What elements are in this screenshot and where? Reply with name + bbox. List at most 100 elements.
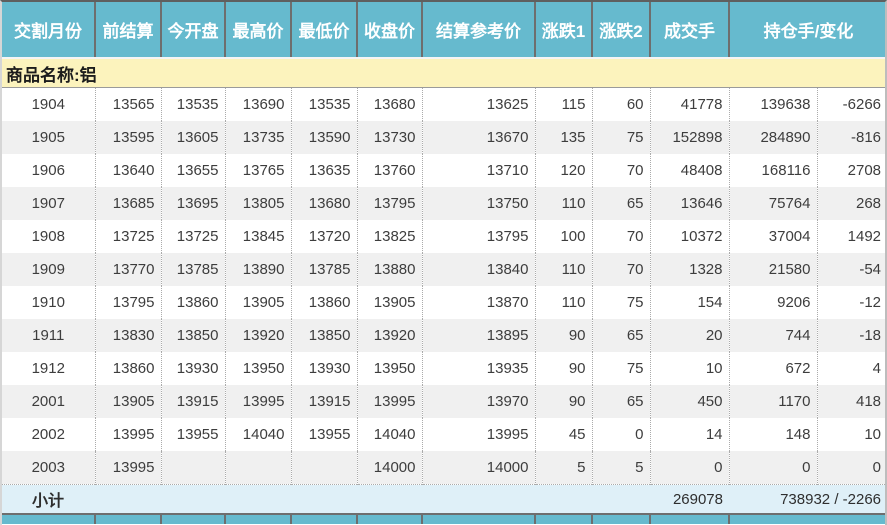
cell-change2: 65: [592, 385, 650, 418]
cell-change1: 45: [535, 418, 592, 451]
cell-low: 13720: [291, 220, 357, 253]
data-rows: 1904 13565 13535 13690 13535 13680 13625…: [2, 88, 887, 485]
cell-prev-settle: 13995: [95, 418, 161, 451]
cell-volume: 0: [650, 451, 729, 485]
cell-oi-change: -6266: [817, 88, 887, 122]
cell-change2: 5: [592, 451, 650, 485]
cell-close: 13995: [357, 385, 422, 418]
next-section-header-cutoff: [2, 514, 887, 524]
cell-change1: 115: [535, 88, 592, 122]
cell-open-interest: 672: [729, 352, 817, 385]
cell-open: 13785: [161, 253, 225, 286]
cell-settle-ref: 13935: [422, 352, 535, 385]
cell-close: 13680: [357, 88, 422, 122]
cell-low: 13930: [291, 352, 357, 385]
commodity-row: 商品名称:铝: [2, 58, 887, 88]
table-row: 1905 13595 13605 13735 13590 13730 13670…: [2, 121, 887, 154]
cell-open: 13535: [161, 88, 225, 122]
cell-open: 13860: [161, 286, 225, 319]
cell-delivery-month: 2002: [2, 418, 95, 451]
cell-open: [161, 451, 225, 485]
column-header-prev-settle: 前结算: [95, 2, 161, 58]
cell-high: 13735: [225, 121, 291, 154]
cell-open: 13605: [161, 121, 225, 154]
cell-open: 13850: [161, 319, 225, 352]
cell-low: 13680: [291, 187, 357, 220]
cell-settle-ref: 13795: [422, 220, 535, 253]
cell-delivery-month: 1908: [2, 220, 95, 253]
cell-settle-ref: 13625: [422, 88, 535, 122]
cell-open-interest: 0: [729, 451, 817, 485]
next-header-band-row: [2, 514, 887, 524]
cell-open: 13930: [161, 352, 225, 385]
cell-volume: 1328: [650, 253, 729, 286]
cell-prev-settle: 13725: [95, 220, 161, 253]
table-header: 交割月份 前结算 今开盘 最高价 最低价 收盘价 结算参考价 涨跌1 涨跌2 成…: [2, 2, 887, 58]
header-row: 交割月份 前结算 今开盘 最高价 最低价 收盘价 结算参考价 涨跌1 涨跌2 成…: [2, 2, 887, 58]
cell-delivery-month: 1910: [2, 286, 95, 319]
cell-low: 13590: [291, 121, 357, 154]
cell-high: 13920: [225, 319, 291, 352]
cell-open: 13695: [161, 187, 225, 220]
cell-volume: 14: [650, 418, 729, 451]
column-header-change2: 涨跌2: [592, 2, 650, 58]
cell-close: 13730: [357, 121, 422, 154]
cell-change2: 65: [592, 187, 650, 220]
cell-change1: 120: [535, 154, 592, 187]
column-header-delivery-month: 交割月份: [2, 2, 95, 58]
cell-high: 13765: [225, 154, 291, 187]
cell-prev-settle: 13995: [95, 451, 161, 485]
cell-high: 13845: [225, 220, 291, 253]
subtotal-volume: 269078: [650, 485, 729, 515]
cell-change2: 0: [592, 418, 650, 451]
cell-prev-settle: 13565: [95, 88, 161, 122]
cell-high: 13950: [225, 352, 291, 385]
cell-prev-settle: 13905: [95, 385, 161, 418]
column-header-open-interest-change: 持仓手/变化: [729, 2, 887, 58]
table-row: 1907 13685 13695 13805 13680 13795 13750…: [2, 187, 887, 220]
cell-high: 13890: [225, 253, 291, 286]
cell-change2: 70: [592, 154, 650, 187]
cell-oi-change: 2708: [817, 154, 887, 187]
cell-open-interest: 284890: [729, 121, 817, 154]
cell-volume: 10: [650, 352, 729, 385]
cell-close: 13760: [357, 154, 422, 187]
cell-delivery-month: 2001: [2, 385, 95, 418]
cell-open-interest: 744: [729, 319, 817, 352]
cell-settle-ref: 13710: [422, 154, 535, 187]
cell-close: 13795: [357, 187, 422, 220]
cell-oi-change: 1492: [817, 220, 887, 253]
commodity-band: 商品名称:铝: [2, 58, 887, 88]
subtotal-label: 小计: [2, 485, 650, 515]
cell-close: 13880: [357, 253, 422, 286]
cell-low: 13860: [291, 286, 357, 319]
cell-high: 13690: [225, 88, 291, 122]
cell-delivery-month: 1906: [2, 154, 95, 187]
cell-volume: 154: [650, 286, 729, 319]
subtotal-section: 小计 269078 738932 / -2266: [2, 485, 887, 515]
cell-settle-ref: 13995: [422, 418, 535, 451]
cell-change2: 60: [592, 88, 650, 122]
cell-change1: 90: [535, 352, 592, 385]
column-header-high: 最高价: [225, 2, 291, 58]
cell-change1: 5: [535, 451, 592, 485]
cell-prev-settle: 13795: [95, 286, 161, 319]
cell-volume: 152898: [650, 121, 729, 154]
cell-high: 13805: [225, 187, 291, 220]
column-header-open: 今开盘: [161, 2, 225, 58]
cell-change1: 110: [535, 187, 592, 220]
column-header-settle-ref: 结算参考价: [422, 2, 535, 58]
cell-high: 13995: [225, 385, 291, 418]
cell-delivery-month: 1907: [2, 187, 95, 220]
cell-low: 13635: [291, 154, 357, 187]
cell-volume: 48408: [650, 154, 729, 187]
cell-oi-change: 268: [817, 187, 887, 220]
column-header-close: 收盘价: [357, 2, 422, 58]
subtotal-open-interest: 738932 / -2266: [729, 485, 887, 515]
cell-open: 13915: [161, 385, 225, 418]
cell-high: 14040: [225, 418, 291, 451]
cell-close: 14040: [357, 418, 422, 451]
cell-open: 13655: [161, 154, 225, 187]
cell-oi-change: -54: [817, 253, 887, 286]
cell-volume: 20: [650, 319, 729, 352]
